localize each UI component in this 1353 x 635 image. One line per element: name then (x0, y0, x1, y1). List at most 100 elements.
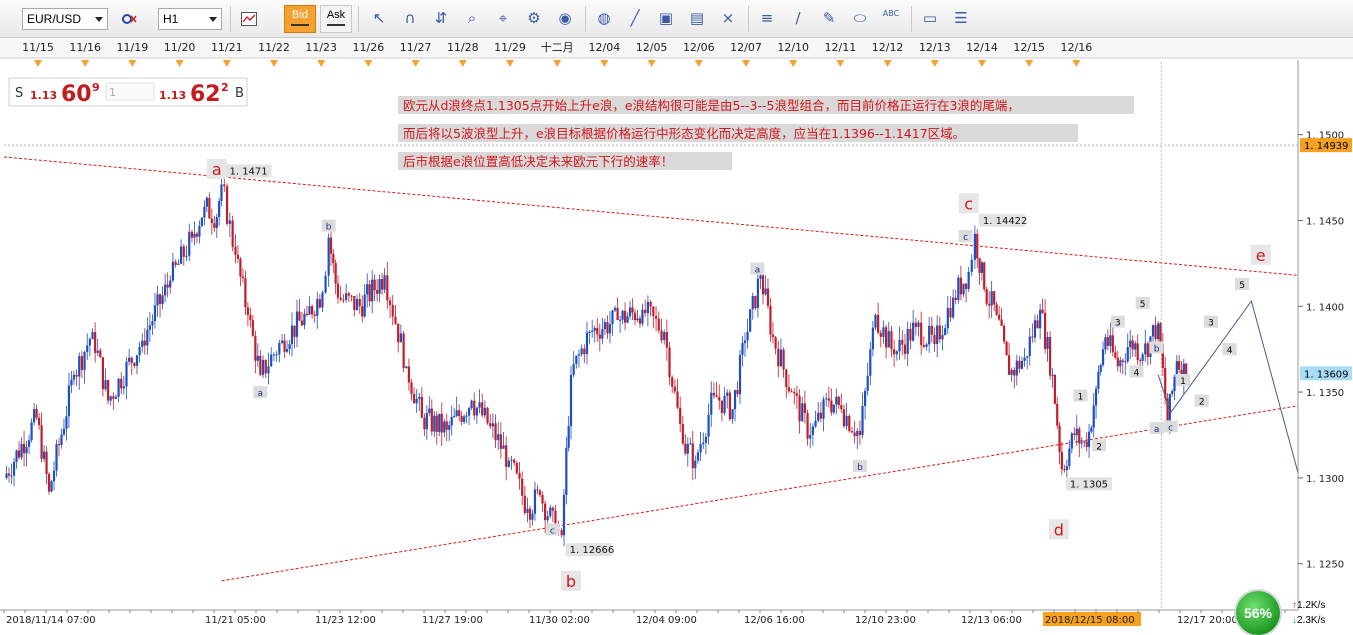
candle-body (185, 255, 188, 257)
candle-body (1051, 374, 1054, 376)
magnet-button[interactable]: ∩ (397, 5, 423, 33)
pencil-icon: ✎ (822, 9, 836, 27)
major-wave-label: a (212, 160, 222, 179)
candle-body (819, 412, 822, 419)
ask-button[interactable]: Ask (320, 5, 352, 33)
candle-body (585, 332, 589, 355)
tree-button[interactable]: ☰ (948, 5, 974, 33)
eye-button[interactable]: ◉ (552, 5, 578, 33)
candle-body (825, 398, 828, 400)
candle-body (1173, 376, 1176, 392)
text-button[interactable]: ABC (878, 5, 904, 33)
buy-price-main[interactable]: 62 (190, 82, 221, 107)
candle-body (27, 440, 31, 447)
candle-body (101, 357, 105, 390)
candle-body (914, 322, 917, 327)
globe-button[interactable]: ◍ (591, 5, 617, 33)
candle-body (366, 284, 369, 295)
candle-body (1005, 341, 1008, 356)
candle-body (334, 262, 337, 284)
candle-body (256, 355, 259, 361)
ellipse-button[interactable]: ⬭ (847, 5, 873, 33)
candle-body (78, 356, 81, 377)
candle-body (973, 233, 976, 260)
annotation-line-1: 欧元从d浪终点1.1305点开始上升e浪，e浪结构很可能是由5--3--5浪型组… (403, 98, 1020, 113)
candle-body (1080, 442, 1083, 444)
candle-body (1126, 347, 1129, 362)
candle-body (1083, 441, 1086, 443)
candle-body (195, 233, 199, 237)
candle-body (845, 415, 848, 427)
candle-body (1039, 309, 1042, 329)
candle-body (164, 284, 167, 296)
minor-wave-label: 4 (1134, 368, 1140, 378)
candle-body (57, 444, 61, 446)
candle-body (413, 393, 416, 404)
candle-body (20, 443, 23, 458)
symbol-select[interactable]: EUR/USD (22, 8, 108, 30)
chart-type-button[interactable] (236, 5, 262, 33)
candle-body (272, 354, 276, 356)
candle-body (278, 342, 281, 355)
bid-price-text: 1. 13609 (1304, 369, 1349, 380)
candle-body (83, 352, 86, 371)
ruler-button[interactable]: ╱ (622, 5, 648, 33)
measure-button[interactable]: ⇵ (428, 5, 454, 33)
price-label-text: 1. 12666 (570, 545, 615, 556)
image-button[interactable]: ▣ (653, 5, 679, 33)
drawing-tools-icon: ⨯ (721, 9, 735, 27)
candle-body (75, 374, 78, 377)
eye-icon: ◉ (558, 9, 572, 27)
candle-body (1023, 357, 1026, 361)
globe-icon: ◍ (597, 9, 611, 27)
candle-body (660, 330, 663, 341)
candle-body (368, 284, 371, 302)
sell-price-main[interactable]: 60 (61, 82, 92, 107)
candle-body (741, 343, 744, 355)
candle-body (1129, 340, 1132, 348)
candle-body (572, 363, 575, 375)
candle-body (270, 354, 273, 367)
candle-body (15, 450, 18, 462)
timeframe-select[interactable]: H1 (158, 8, 222, 30)
price-tick-label: 1. 1350 (1306, 388, 1344, 399)
candle-body (1121, 360, 1124, 362)
candle-body (1171, 391, 1174, 394)
cursor-button[interactable]: ↖ (366, 5, 392, 33)
fibonacci-button[interactable]: ≡ (754, 5, 780, 33)
candle-body (505, 445, 508, 467)
candle-body (318, 299, 321, 308)
candle-body (381, 279, 384, 290)
bid-button[interactable]: Bid (284, 5, 316, 33)
price-chart[interactable]: 11/15 11/16 11/19 11/20 11/21 11/22 11/23 11/26… (0, 38, 1353, 635)
settings-button[interactable]: ⚙ (521, 5, 547, 33)
candle-body (743, 340, 747, 344)
crosshair-button[interactable]: ⌖ (490, 5, 516, 33)
crosshair-price-text: 1. 14939 (1304, 141, 1349, 152)
candle-body (305, 313, 309, 315)
candle-body (290, 325, 294, 345)
sell-price-big[interactable]: 1.13 (30, 89, 57, 102)
candle-body (749, 309, 752, 332)
top-date-label: 11/21 (211, 41, 243, 54)
indicator-button[interactable] (116, 5, 142, 33)
candle-body (376, 290, 379, 294)
candle-body (671, 377, 674, 387)
eraser-button[interactable]: ▭ (917, 5, 943, 33)
chart-area[interactable]: 11/15 11/16 11/19 11/20 11/21 11/22 11/23 11/26… (0, 38, 1353, 635)
candle-body (1114, 352, 1117, 358)
zoom-button[interactable]: ⌕ (459, 5, 485, 33)
candle-body (280, 340, 284, 343)
candle-body (303, 313, 306, 326)
toolbar-separator (358, 6, 359, 32)
trendline-button[interactable]: ∕ (785, 5, 811, 33)
buy-price-big[interactable]: 1.13 (159, 89, 186, 102)
template-button[interactable]: ▤ (684, 5, 710, 33)
candle-body (993, 291, 996, 305)
speed-gauge[interactable]: 56% (1236, 591, 1280, 635)
candle-body (423, 417, 426, 430)
candle-body (135, 355, 139, 366)
drawing-tools-button[interactable]: ⨯ (715, 5, 741, 33)
pencil-button[interactable]: ✎ (816, 5, 842, 33)
candle-body (906, 328, 909, 354)
